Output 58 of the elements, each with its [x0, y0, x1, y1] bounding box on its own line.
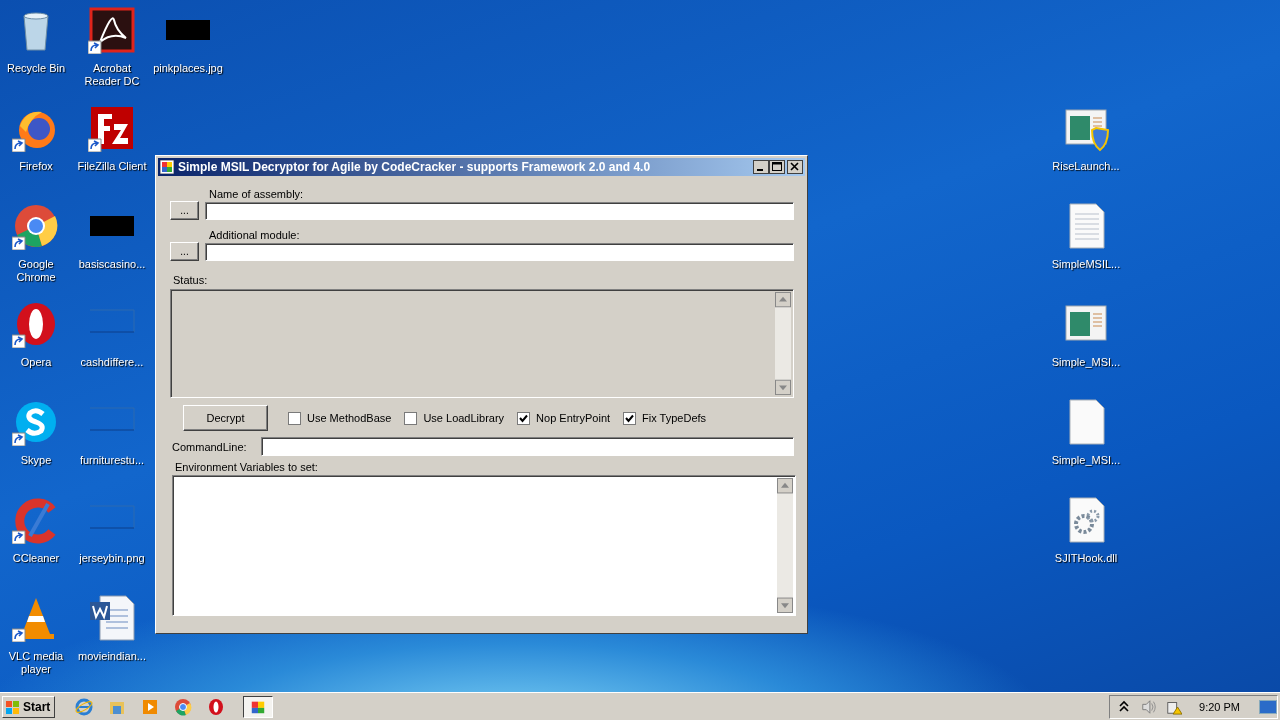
icon-label: jerseybin.png: [79, 552, 145, 565]
field-label: Name of assembly:: [209, 188, 305, 201]
taskbar-window-button[interactable]: [243, 695, 274, 718]
chrome-icon[interactable]: [12, 202, 60, 250]
icon-label: CCleaner: [12, 552, 60, 565]
icon-label: Recycle Bin: [6, 62, 66, 75]
field-label: CommandLine:: [172, 440, 247, 453]
icon-label: basiscasino...: [78, 258, 146, 271]
field-label: Additional module:: [209, 229, 301, 242]
windows-logo-icon: [5, 698, 21, 715]
icon-label: Simple_MSI...: [1051, 454, 1121, 467]
checkbox[interactable]: [517, 411, 531, 425]
icon-label: movieindian...: [78, 650, 146, 663]
close-icon[interactable]: [787, 160, 803, 174]
scrollbar[interactable]: [775, 292, 791, 395]
clock: 9:20 PM: [1199, 700, 1240, 713]
browse-button[interactable]: ...: [170, 242, 199, 261]
window-title: Simple MSIL Decryptor for Agile by CodeCracker - supports Framework 2.0 and 4.0: [178, 160, 652, 174]
show-desktop-icon[interactable]: [1259, 699, 1277, 714]
icon-label: Firefox: [19, 160, 53, 173]
input-field[interactable]: [260, 437, 794, 456]
icon-label: pinkplaces.jpg: [153, 62, 223, 75]
icon-label: Simple_MSI...: [1051, 356, 1121, 369]
opera-icon[interactable]: [207, 697, 226, 716]
scrollbar[interactable]: [777, 478, 793, 613]
input-field[interactable]: [205, 201, 794, 220]
checkbox[interactable]: [288, 411, 301, 425]
status-label: Status:: [173, 274, 209, 286]
icon-label: cashdiffere...: [80, 356, 144, 369]
decrypt-button[interactable]: Decrypt: [183, 405, 268, 431]
icon-label: RiseLaunch...: [1052, 160, 1120, 173]
app-icon: [160, 160, 174, 174]
checkbox-label[interactable]: Fix TypeDefs: [642, 412, 707, 424]
icon-label: VLC media player: [7, 650, 65, 676]
word-icon[interactable]: [88, 594, 136, 642]
icon-label: Opera: [20, 356, 52, 369]
field-label: Environment Variables to set:: [175, 461, 319, 473]
checkbox[interactable]: [404, 411, 418, 425]
icon-label: SimpleMSIL...: [1051, 258, 1121, 271]
input-field[interactable]: [205, 242, 794, 261]
browse-button[interactable]: ...: [170, 201, 199, 220]
icon-label: Skype: [20, 454, 52, 467]
icon-label: Acrobat Reader DC: [83, 62, 141, 88]
maximize-icon[interactable]: [769, 160, 785, 174]
checkbox-label[interactable]: Use MethodBase: [307, 412, 392, 424]
acrobat-icon[interactable]: [88, 6, 136, 54]
checkbox[interactable]: [623, 411, 637, 425]
chrome-icon[interactable]: [174, 697, 193, 716]
checkbox-label[interactable]: Use LoadLibrary: [423, 412, 505, 424]
icon-label: furniturestu...: [79, 454, 145, 467]
e-globe-icon[interactable]: [75, 697, 94, 716]
icon-label: FileZilla Client: [77, 160, 147, 173]
minimize-icon[interactable]: [753, 160, 769, 174]
start-button[interactable]: Start: [2, 695, 56, 718]
icon-label: Google Chrome: [15, 258, 57, 284]
filezilla-icon[interactable]: [88, 104, 136, 152]
icon-label: SJITHook.dll: [1054, 552, 1118, 565]
checkbox-label[interactable]: Nop EntryPoint: [536, 412, 611, 424]
